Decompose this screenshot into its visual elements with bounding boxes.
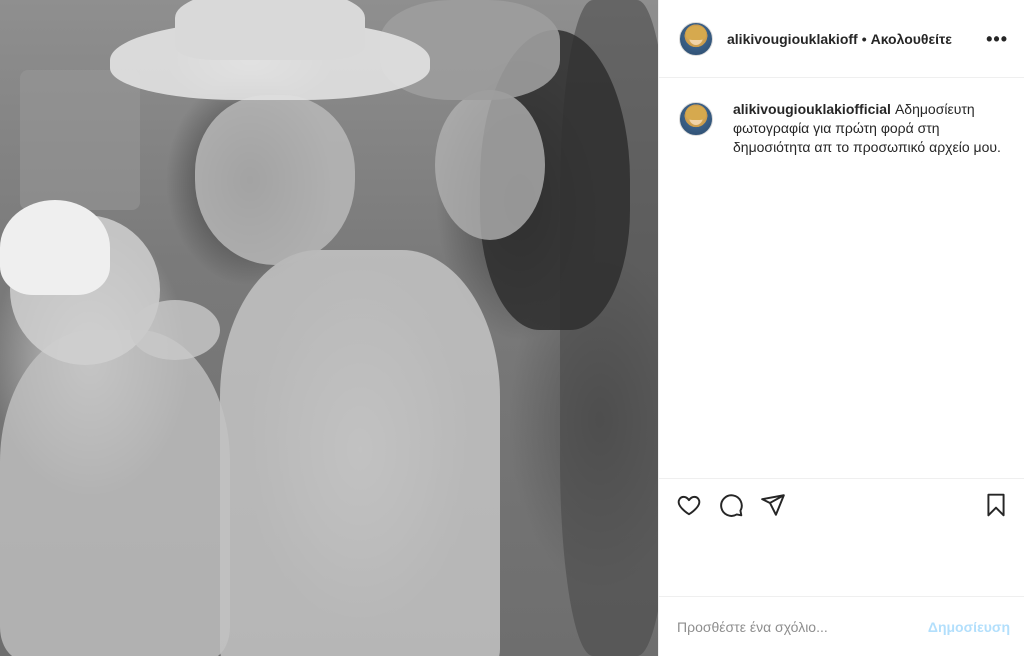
paper-plane-icon[interactable] [759,491,787,519]
caption: alikivougiouklakiofficial Αδημοσίευτη φωτ… [733,100,1003,157]
likes-spacer [659,530,1024,596]
header-username[interactable]: alikivougiouklakioff [727,31,858,47]
instagram-post: alikivougiouklakioff • Ακολουθείτε ••• a… [0,0,1024,656]
comment-icon[interactable] [717,491,745,519]
comment-box: Δημοσίευση [659,596,1024,656]
post-comment-button[interactable]: Δημοσίευση [928,619,1010,635]
heart-icon[interactable] [675,491,703,519]
caption-username[interactable]: alikivougiouklakiofficial [733,101,891,117]
photo-man-shirt [220,250,500,656]
photo-man-face [195,95,355,265]
bookmark-icon[interactable] [982,491,1010,519]
post-photo[interactable] [0,0,658,656]
photo-baby-hat [0,200,110,295]
header-separator: • [861,30,867,47]
caption-avatar[interactable] [679,102,713,136]
photo-cowboy-hat-crown [175,0,365,60]
comment-input[interactable] [677,618,928,635]
more-horizontal-icon[interactable]: ••• [986,30,1008,48]
action-bar [659,478,1024,530]
photo-background-door [20,70,140,210]
photo-baby-arm [130,300,220,360]
photo-woman-face [435,90,545,240]
caption-area: alikivougiouklakiofficial Αδημοσίευτη φωτ… [659,78,1024,478]
photo-baby-body [0,330,230,656]
post-header: alikivougiouklakioff • Ακολουθείτε ••• [659,0,1024,78]
follow-status-button[interactable]: Ακολουθείτε [871,31,952,47]
avatar[interactable] [679,21,713,56]
post-side-panel: alikivougiouklakioff • Ακολουθείτε ••• a… [658,0,1024,656]
